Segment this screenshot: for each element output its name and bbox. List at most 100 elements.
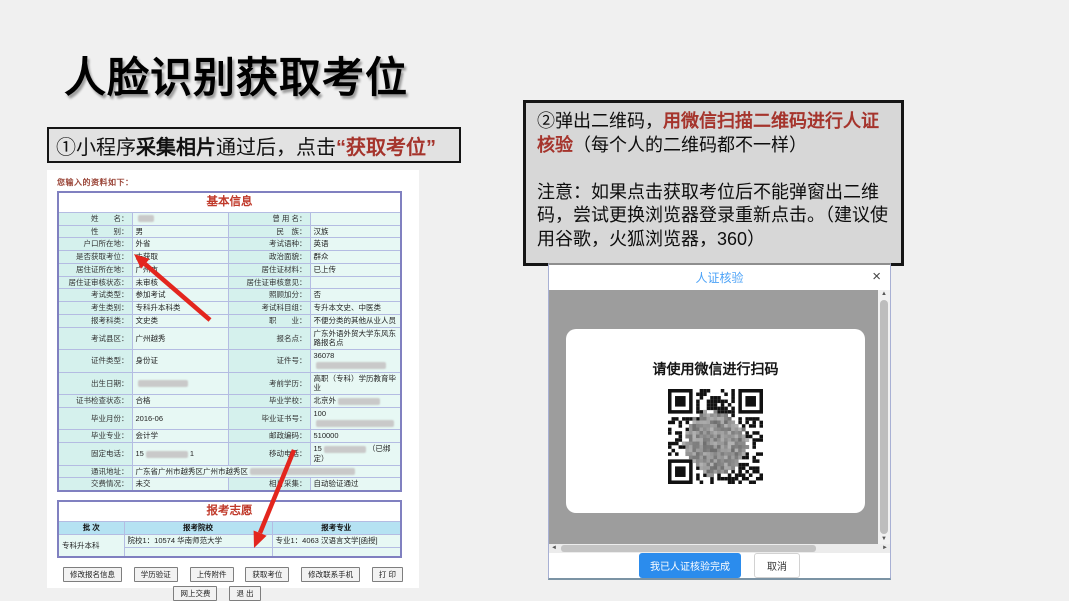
- cancel-button[interactable]: 取消: [754, 553, 800, 578]
- field-label: 居住证材料：: [228, 263, 310, 276]
- step2-line1: ②弹出二维码，用微信扫描二维码进行人证核验（每个人的二维码都不一样）: [537, 110, 890, 158]
- field-value: 未获取: [132, 251, 228, 264]
- scroll-right-icon[interactable]: ►: [882, 545, 888, 552]
- field-label: 出生日期：: [58, 372, 132, 395]
- qr-code: [566, 389, 865, 484]
- table-row: 姓 名：曾 用 名：: [58, 212, 401, 225]
- upload-attachment-button[interactable]: 上传附件: [190, 567, 234, 582]
- get-exam-seat-button[interactable]: 获取考位: [245, 567, 289, 582]
- field-value: 外省: [132, 238, 228, 251]
- dialog-footer: 我已人证核验完成 取消: [549, 553, 890, 578]
- field-label: 毕业学校：: [228, 395, 310, 408]
- field-label: 性 别：: [58, 225, 132, 238]
- table-row: 通讯地址：广东省广州市越秀区广州市越秀区: [58, 465, 401, 478]
- page-title: 人脸识别获取考位: [64, 44, 408, 105]
- field-label: 考前学历：: [228, 372, 310, 395]
- field-value: 会计学: [132, 430, 228, 443]
- field-label: 固定电话：: [58, 443, 132, 466]
- field-value: 英语: [310, 238, 401, 251]
- redacted-text: [138, 380, 188, 387]
- print-button[interactable]: 打 印: [372, 567, 403, 582]
- column-header-row: 批 次报考院校报考专业: [58, 522, 401, 535]
- redacted-text: [316, 420, 394, 427]
- field-value-text: 不便分类的其他从业人员: [314, 316, 397, 325]
- field-value-text: 否: [314, 290, 322, 299]
- field-value-text: 专升本文史、中医类: [314, 303, 382, 312]
- verification-dialog: 人证核验 × 请使用微信进行扫码 ▲ ▼ ◄ ► 我已人证核验完成 取消: [548, 263, 891, 580]
- field-value: [132, 372, 228, 395]
- dialog-titlebar: 人证核验 ×: [549, 265, 890, 290]
- field-value: 参加考试: [132, 289, 228, 302]
- scan-hint-text: 请使用微信进行扫码: [566, 359, 865, 379]
- field-value-text: 未获取: [136, 252, 159, 261]
- credential-verify-button[interactable]: 学历验证: [134, 567, 178, 582]
- field-value: 151: [132, 443, 228, 466]
- online-pay-button[interactable]: 网上交费: [173, 586, 217, 601]
- field-value: [310, 212, 401, 225]
- field-label: 职 业：: [228, 314, 310, 327]
- vertical-scrollbar[interactable]: ▲ ▼: [878, 290, 890, 544]
- table-row: 交费情况：未交相片采集：自动验证通过: [58, 478, 401, 491]
- close-icon[interactable]: ×: [872, 267, 881, 287]
- field-value: [132, 212, 228, 225]
- horizontal-scrollbar[interactable]: ◄ ►: [549, 544, 890, 553]
- modify-phone-button[interactable]: 修改联系手机: [301, 567, 360, 582]
- qr-code-image: [668, 389, 763, 484]
- table-row: 报考科类：文史类职 业：不便分类的其他从业人员: [58, 314, 401, 327]
- field-label: 证件类型：: [58, 350, 132, 373]
- field-value: 15（已绑定）: [310, 443, 401, 466]
- field-value: 36078: [310, 350, 401, 373]
- scroll-left-icon[interactable]: ◄: [551, 545, 557, 552]
- field-value: 2016-06: [132, 407, 228, 430]
- table-row: 考试类型：参加考试照顾加分：否: [58, 289, 401, 302]
- redacted-text: [324, 446, 366, 453]
- application-table: 报考志愿批 次报考院校报考专业专科升本科院校1：10574 华南师范大学专业1：…: [57, 500, 402, 558]
- table-row: 证书检查状态：合格毕业学校：北京外: [58, 395, 401, 408]
- field-value: 北京外: [310, 395, 401, 408]
- field-label: 考生类别：: [58, 302, 132, 315]
- verification-done-button[interactable]: 我已人证核验完成: [639, 553, 741, 578]
- field-value: 广州市: [132, 263, 228, 276]
- redacted-text: [138, 215, 154, 222]
- field-value: [310, 276, 401, 289]
- field-value-text: 510000: [314, 431, 339, 440]
- field-label: 户口所在地：: [58, 238, 132, 251]
- form-buttons-row1: 修改报名信息学历验证上传附件获取考位修改联系手机打 印: [57, 567, 409, 582]
- table-row: 毕业专业：会计学邮政编码：510000: [58, 430, 401, 443]
- field-value-text: 参加考试: [136, 290, 166, 299]
- horizontal-scroll-thumb[interactable]: [561, 545, 816, 552]
- field-value: 未交: [132, 478, 228, 491]
- field-label: 毕业证书号：: [228, 407, 310, 430]
- basic-info-table: 基本信息姓 名：曾 用 名：性 别：男民 族：汉族户口所在地：外省考试语种：英语…: [57, 191, 402, 492]
- field-value-text: 2016-06: [136, 414, 164, 423]
- empty-cell: [272, 547, 401, 557]
- college-cell: 院校1：10574 华南师范大学: [124, 534, 272, 547]
- table-row: 固定电话：151移动电话：15（已绑定）: [58, 443, 401, 466]
- field-label: 居住证所在地：: [58, 263, 132, 276]
- field-value-text: 自动验证通过: [314, 479, 359, 488]
- field-value: 身份证: [132, 350, 228, 373]
- field-value-text: 未交: [136, 479, 151, 488]
- field-value: 广东外语外贸大学东风东路报名点: [310, 327, 401, 350]
- field-value-text: 男: [136, 227, 144, 236]
- scroll-down-icon[interactable]: ▼: [881, 536, 887, 543]
- field-label: 姓 名：: [58, 212, 132, 225]
- modify-info-button[interactable]: 修改报名信息: [63, 567, 122, 582]
- scroll-up-icon[interactable]: ▲: [881, 291, 887, 298]
- field-value-text: 会计学: [136, 431, 159, 440]
- field-value: 男: [132, 225, 228, 238]
- vertical-scroll-thumb[interactable]: [880, 300, 888, 534]
- field-value-text: 北京外: [314, 396, 337, 405]
- field-label: 政治面貌：: [228, 251, 310, 264]
- field-value-text: 100: [314, 409, 327, 418]
- step1-callout: ①小程序采集相片通过后，点击 “获取考位”: [47, 127, 461, 163]
- step2-note: 注意：如果点击获取考位后不能弹窗出二维码，尝试更换浏览器登录重新点击。（建议使用…: [537, 181, 890, 252]
- exit-button[interactable]: 退 出: [229, 586, 260, 601]
- field-value-text: 英语: [314, 239, 329, 248]
- field-label: 交费情况：: [58, 478, 132, 491]
- field-value: 未审核: [132, 276, 228, 289]
- dialog-gray-canvas: 请使用微信进行扫码: [549, 290, 878, 544]
- field-value-text: 身份证: [136, 356, 159, 365]
- field-value: 否: [310, 289, 401, 302]
- field-value: 汉族: [310, 225, 401, 238]
